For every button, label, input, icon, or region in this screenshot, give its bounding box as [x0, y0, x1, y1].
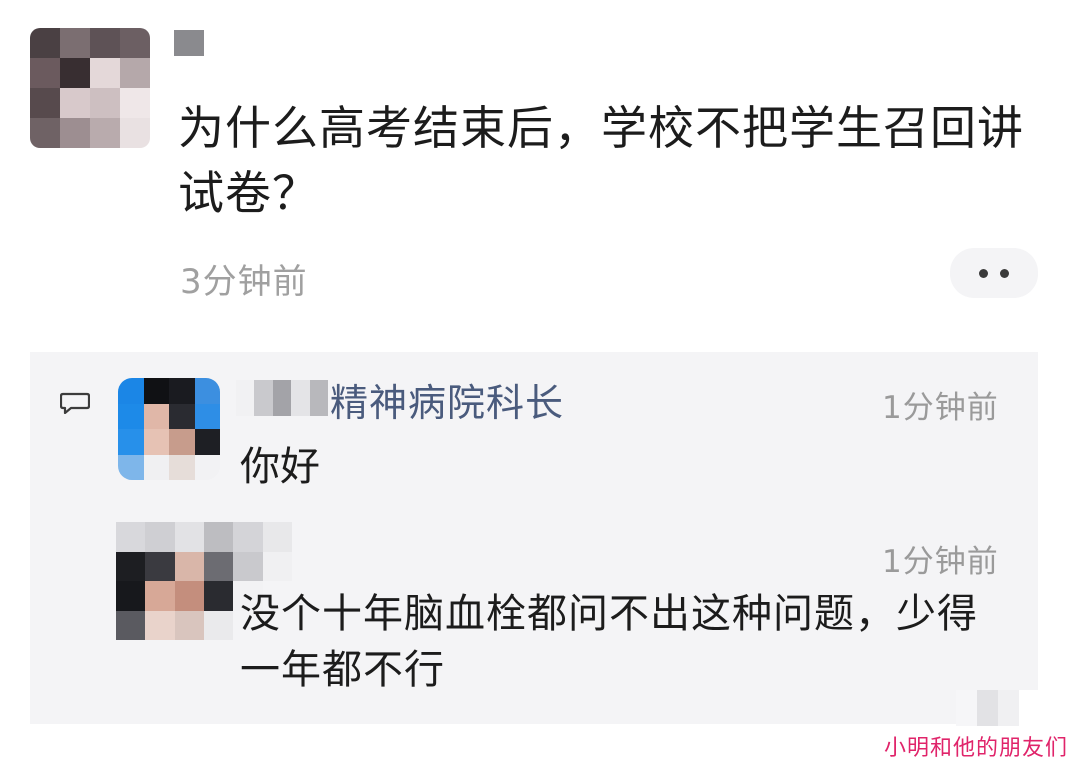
- watermark: 小明和他的朋友们: [883, 736, 1068, 761]
- comment-bubble-icon[interactable]: [60, 392, 90, 414]
- post-title: 为什么高考结束后，学校不把学生召回讲试卷？: [178, 101, 1024, 220]
- reply-text: 没个十年脑血栓都问不出这种问题，少得一年都不行: [240, 591, 978, 693]
- reply-timestamp: 1分钟前: [882, 544, 999, 580]
- more-dots-icon: [979, 268, 988, 278]
- post-author-name-blurred: [174, 30, 204, 56]
- comment-text: 你好: [240, 444, 320, 490]
- post-timestamp: 3分钟前: [180, 262, 308, 302]
- post-author-avatar[interactable]: [30, 28, 150, 148]
- comment-author-name[interactable]: 精神病院科长: [330, 372, 564, 427]
- comment-author-name-blurred: [236, 380, 329, 416]
- comment-timestamp: 1分钟前: [882, 390, 999, 426]
- blurred-corner: [956, 690, 1040, 726]
- more-options-button[interactable]: [950, 248, 1038, 298]
- more-dots-icon: [1000, 268, 1009, 278]
- comment-author-avatar[interactable]: [118, 378, 220, 480]
